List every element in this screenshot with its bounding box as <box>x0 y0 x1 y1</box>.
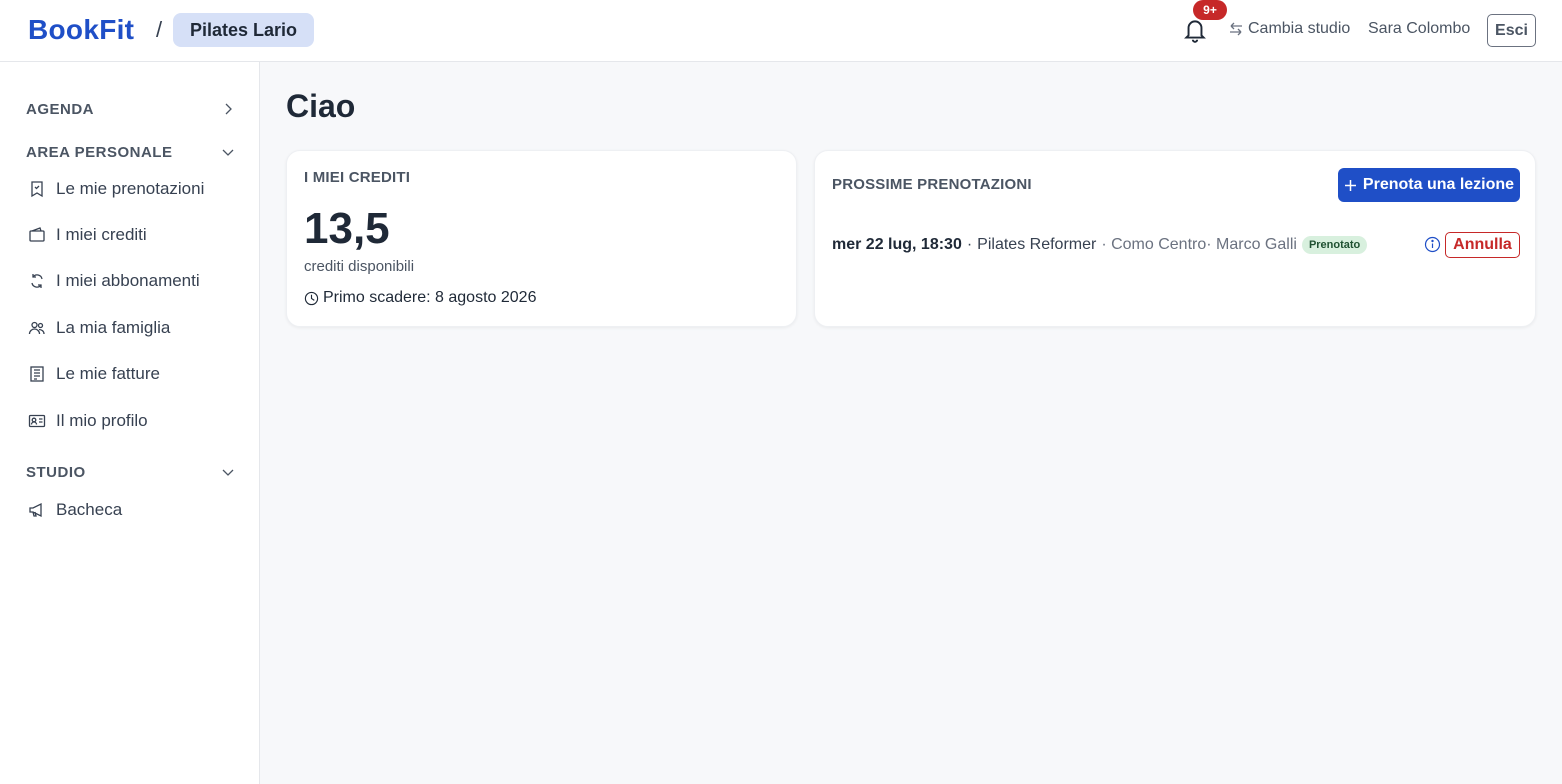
book-lesson-button[interactable]: Prenota una lezione <box>1338 168 1520 202</box>
swap-arrows-icon <box>1230 22 1242 36</box>
credits-card-title: I MIEI CREDITI <box>304 169 411 186</box>
credits-card: I MIEI CREDITI 13,5 crediti disponibili … <box>286 150 797 327</box>
sidebar-item-bacheca[interactable]: Bacheca <box>28 497 248 523</box>
sidebar-item-crediti[interactable]: I miei crediti <box>28 222 248 248</box>
sidebar-item-famiglia[interactable]: La mia famiglia <box>28 315 248 341</box>
user-name[interactable]: Sara Colombo <box>1368 20 1470 38</box>
booking-status-badge: Prenotato <box>1301 236 1368 254</box>
cancel-booking-button[interactable]: Annulla <box>1445 232 1520 258</box>
sidebar-item-label: Le mie prenotazioni <box>56 179 205 198</box>
sidebar-item-label: I miei crediti <box>56 225 147 244</box>
refresh-icon <box>31 274 43 288</box>
notification-count-badge: 9+ <box>1193 0 1227 20</box>
info-icon[interactable] <box>1424 236 1441 253</box>
plus-icon <box>1344 179 1356 191</box>
bookmark-icon <box>31 181 43 198</box>
sidebar-item-prenotazioni[interactable]: Le mie prenotazioni <box>28 176 248 202</box>
breadcrumb-separator: / <box>156 17 163 42</box>
credits-expiry-text: Primo scadere: 8 agosto 2026 <box>323 289 537 306</box>
sidebar-item-label: Il mio profilo <box>56 411 148 430</box>
sidebar-item-fatture[interactable]: Le mie fatture <box>28 361 248 387</box>
booking-datetime: mer 22 lug, 18:30 <box>832 236 962 253</box>
app-logo[interactable]: BookFit <box>28 14 134 46</box>
credits-amount: 13,5 <box>304 204 390 253</box>
switch-studio-label: Cambia studio <box>1248 20 1351 37</box>
book-lesson-label: Prenota una lezione <box>1362 176 1515 193</box>
chevron-down-icon <box>222 149 234 156</box>
sidebar-item-label: La mia famiglia <box>56 318 171 337</box>
sidebar-item-label: Le mie fatture <box>56 364 160 383</box>
current-studio-pill[interactable]: Pilates Lario <box>173 13 315 47</box>
booking-class: Pilates Reformer <box>977 236 1097 253</box>
booking-separator: · <box>966 236 973 253</box>
page-title: Ciao <box>286 88 356 124</box>
section-label: STUDIO <box>26 463 86 481</box>
sidebar: AGENDA AREA PERSONALE Le mie prenotazion… <box>0 62 260 784</box>
id-card-icon <box>28 414 46 428</box>
credits-expiry: Primo scadere: 8 agosto 2026 <box>304 289 536 307</box>
switch-studio-link[interactable]: Cambia studio <box>1228 20 1350 38</box>
sidebar-item-profilo[interactable]: Il mio profilo <box>28 408 248 434</box>
wallet-icon <box>29 227 45 242</box>
sidebar-section-area-personale[interactable]: AREA PERSONALE <box>26 141 236 163</box>
top-bar: BookFit / Pilates Lario 9+ Cambia studio… <box>0 0 1562 62</box>
booking-location: · Como Centro· Marco Galli <box>1101 236 1297 253</box>
clock-icon <box>304 291 319 305</box>
section-label: AREA PERSONALE <box>26 143 173 161</box>
bookings-card-title: PROSSIME PRENOTAZIONI <box>832 176 1032 193</box>
sidebar-item-abbonamenti[interactable]: I miei abbonamenti <box>28 268 248 294</box>
sidebar-section-studio[interactable]: STUDIO <box>26 461 236 483</box>
sidebar-item-label: Bacheca <box>56 500 123 519</box>
logout-button[interactable]: Esci <box>1487 14 1536 47</box>
upcoming-bookings-card: PROSSIME PRENOTAZIONI Prenota una lezion… <box>814 150 1536 327</box>
booking-row: mer 22 lug, 18:30 · Pilates Reformer · C… <box>832 232 1520 258</box>
sidebar-item-label: I miei abbonamenti <box>56 271 200 290</box>
bell-icon[interactable] <box>1182 16 1208 44</box>
chevron-right-icon <box>225 103 232 115</box>
section-label: AGENDA <box>26 100 95 118</box>
invoice-icon <box>30 366 44 382</box>
people-icon <box>28 321 45 335</box>
chevron-down-icon <box>222 469 234 476</box>
megaphone-icon <box>29 502 42 518</box>
sidebar-section-agenda[interactable]: AGENDA <box>26 98 236 120</box>
credits-subtitle: crediti disponibili <box>304 258 415 275</box>
